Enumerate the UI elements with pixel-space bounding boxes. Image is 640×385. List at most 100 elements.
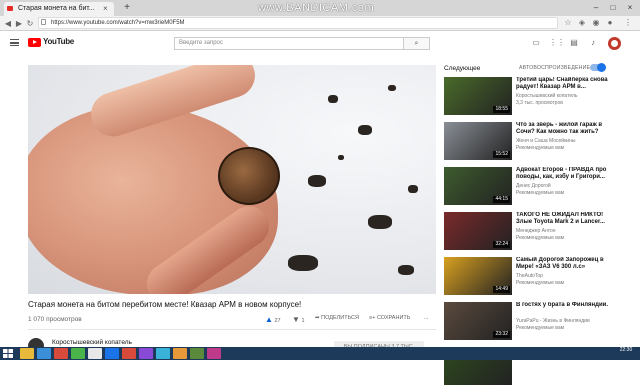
taskbar-app-icon[interactable] [190, 348, 204, 359]
recommendation-thumbnail[interactable]: 23:32 [444, 302, 512, 340]
video-duration: 44:15 [493, 196, 510, 203]
lock-icon [41, 19, 46, 25]
dislike-button[interactable]: ▼ 1 [292, 315, 305, 324]
bookmark-star-icon[interactable]: ☆ [562, 17, 574, 29]
recommendation-meta: Рекомендуемые вам [516, 145, 565, 151]
recommendation-meta: Рекомендуемые вам [516, 325, 565, 331]
recommendation-channel[interactable]: Женя и Саша Мосейкины [516, 138, 612, 144]
dislike-count: 1 [301, 318, 305, 324]
taskbar-app-icon[interactable] [20, 348, 34, 359]
youtube-logo-text[interactable]: YouTube [43, 37, 74, 46]
recommendation-title[interactable]: Что за зверь - жилой гараж в Сочи? Как м… [516, 122, 612, 136]
search-input[interactable]: Введите запрос [174, 37, 404, 50]
soil-clump [398, 265, 414, 275]
tab-close-icon[interactable]: × [103, 2, 108, 16]
reload-button[interactable]: ↻ [24, 16, 36, 31]
new-tab-button[interactable]: + [120, 2, 134, 14]
search-button[interactable]: ⌕ [404, 37, 430, 50]
youtube-logo-icon[interactable] [28, 38, 41, 47]
share-button[interactable]: ➦ ПОДЕЛИТЬСЯ [315, 315, 359, 321]
recommendation-title[interactable]: Самый Дорогой Запорожец в Мире! «ЗАЗ V6 … [516, 257, 612, 271]
extension-icon[interactable]: ◉ [590, 17, 602, 29]
chat-icon[interactable]: ▤ [568, 37, 580, 49]
taskbar-app-icon[interactable] [173, 348, 187, 359]
recommendation-channel[interactable]: YuraPaPu - Жизнь в Финляндии [516, 318, 612, 324]
taskbar-app-icon[interactable] [139, 348, 153, 359]
video-duration: 18:55 [493, 106, 510, 113]
soil-clump [368, 215, 392, 229]
video-title: Старая монета на битом перебитом месте! … [28, 300, 302, 309]
clock-time: 22:30 [619, 347, 633, 353]
taskbar-app-icon[interactable] [122, 348, 136, 359]
recommendation-thumbnail[interactable]: 32:24 [444, 212, 512, 250]
like-button[interactable]: ▲ 27 [265, 315, 281, 324]
recommendation-thumbnail[interactable]: 14:49 [444, 257, 512, 295]
window-maximize-button[interactable]: □ [605, 1, 621, 14]
system-clock: 22:30 [614, 347, 638, 360]
window-close-button[interactable]: × [622, 1, 638, 14]
taskbar-app-icon[interactable] [37, 348, 51, 359]
soil-clump [308, 175, 326, 187]
browser-menu-icon[interactable]: ⋮ [622, 17, 634, 29]
video-player[interactable] [28, 65, 436, 294]
windows-start-icon[interactable] [2, 348, 14, 359]
recommendation-title[interactable]: ТАКОГО НЕ ОЖИДАЛ НИКТО! Злые Toyota Mark… [516, 212, 612, 226]
video-duration: 15:52 [493, 151, 510, 158]
soil-clump [288, 255, 318, 271]
recommendation-channel[interactable]: Денис Дорогой [516, 183, 612, 189]
taskbar-app-icon[interactable] [71, 348, 85, 359]
old-coin [218, 147, 280, 205]
recommendation-thumbnail[interactable]: 15:52 [444, 122, 512, 160]
search-icon: ⌕ [414, 40, 419, 47]
recommendation-thumbnail[interactable]: 18:55 [444, 77, 512, 115]
recommendation-channel[interactable]: Менеджер Антон [516, 228, 612, 234]
browser-tab[interactable]: Старая монета на бит... [4, 2, 114, 16]
url-input[interactable]: https://www.youtube.com/watch?v=mw3rieM0… [38, 17, 558, 29]
soil-clump [388, 85, 396, 91]
soil-clump [328, 95, 338, 103]
taskbar-app-icon[interactable] [207, 348, 221, 359]
soil-clump [358, 125, 372, 135]
recommendation-channel[interactable]: Коростышевский копатель [516, 93, 612, 99]
taskbar-app-icon[interactable] [54, 348, 68, 359]
divider [28, 329, 436, 330]
apps-grid-icon[interactable]: ⋮⋮ [549, 37, 565, 49]
recommendation-meta: Рекомендуемые вам [516, 280, 565, 286]
thumbs-up-icon: ▲ [265, 315, 273, 324]
up-next-heading: Следующее [444, 65, 481, 72]
soil-clump [338, 155, 344, 160]
share-icon: ➦ [315, 315, 320, 321]
save-label: СОХРАНИТЬ [376, 315, 411, 321]
playlist-add-icon: ≡+ [369, 315, 376, 321]
more-actions-button[interactable]: ... [424, 315, 429, 321]
recommendation-thumbnail[interactable]: 44:15 [444, 167, 512, 205]
video-camera-icon[interactable]: ▭ [530, 37, 542, 49]
thumbs-down-icon: ▼ [292, 315, 300, 324]
channel-name[interactable]: Коростышевский копатель [52, 339, 132, 346]
recommendation-meta: Рекомендуемые вам [516, 235, 565, 241]
bandicam-watermark: www.BANDICAM.com [258, 2, 375, 14]
save-button[interactable]: ≡+ СОХРАНИТЬ [369, 315, 410, 321]
recommendation-channel[interactable]: TheAutoTop [516, 273, 612, 279]
autoplay-label: АВТОВОСПРОИЗВЕДЕНИЕ [519, 65, 591, 71]
video-duration: 32:24 [493, 241, 510, 248]
bell-icon[interactable]: ♪ [587, 37, 599, 49]
extension-icon[interactable]: ◈ [576, 17, 588, 29]
taskbar-app-icon[interactable] [88, 348, 102, 359]
video-duration: 23:32 [493, 331, 510, 338]
view-count: 1 070 просмотров [28, 316, 82, 323]
video-duration: 14:49 [493, 286, 510, 293]
recommendation-title[interactable]: Третий царь! Снайперка снова радует! Ква… [516, 77, 612, 91]
recommendation-title[interactable]: Адвокат Егоров - ПРАВДА про поводы, как,… [516, 167, 612, 181]
hamburger-menu-icon[interactable] [10, 39, 19, 46]
window-minimize-button[interactable]: – [588, 1, 604, 14]
recommendation-title[interactable]: В гостях у брата в Финляндии. [516, 302, 612, 309]
user-avatar[interactable] [608, 37, 621, 50]
autoplay-toggle-knob[interactable] [597, 63, 606, 72]
recommendation-meta: 3,3 тыс. просмотров [516, 100, 563, 106]
share-label: ПОДЕЛИТЬСЯ [321, 315, 359, 321]
extension-icon[interactable]: ● [604, 17, 616, 29]
taskbar-app-icon[interactable] [105, 348, 119, 359]
youtube-favicon-icon [7, 6, 13, 11]
taskbar-app-icon[interactable] [156, 348, 170, 359]
